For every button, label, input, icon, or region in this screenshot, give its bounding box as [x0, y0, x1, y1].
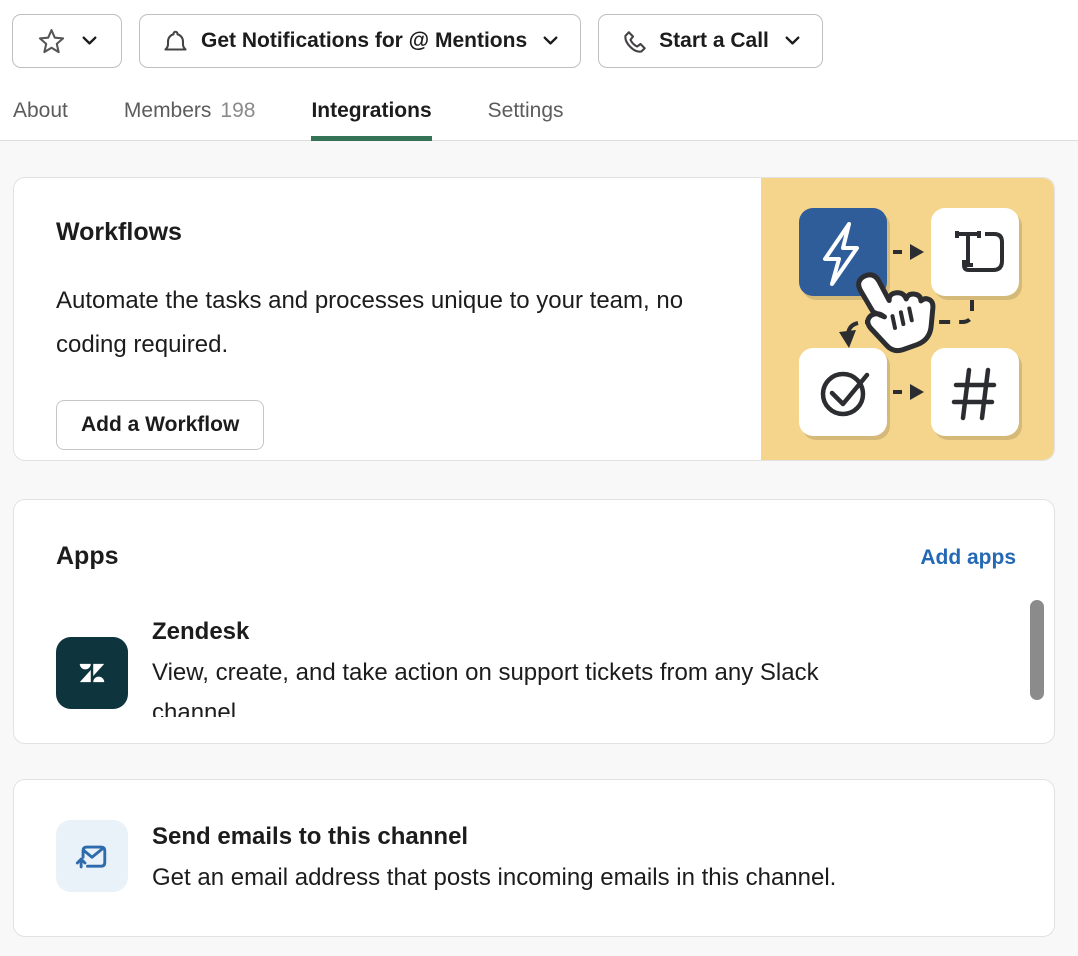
- tab-label: Members: [124, 99, 212, 122]
- email-icon: [56, 820, 128, 892]
- email-text-column: Send emails to this channel Get an email…: [152, 822, 836, 896]
- workflows-description: Automate the tasks and processes unique …: [56, 279, 686, 367]
- phone-icon: [621, 28, 647, 54]
- app-list-item-zendesk[interactable]: Zendesk View, create, and take action on…: [14, 575, 1054, 717]
- channel-hash-icon: [931, 348, 1019, 436]
- text-field-icon: [931, 208, 1019, 296]
- add-apps-link[interactable]: Add apps: [920, 546, 1016, 570]
- notifications-button-label: Get Notifications for @ Mentions: [201, 29, 527, 53]
- app-name: Zendesk: [152, 617, 892, 647]
- workflows-illustration: [761, 178, 1054, 460]
- app-description: View, create, and take action on support…: [152, 653, 892, 717]
- tab-bar: About Members 198 Integrations Settings: [0, 99, 1078, 141]
- tab-label: Settings: [488, 99, 564, 122]
- bell-icon: [162, 28, 189, 55]
- send-emails-description: Get an email address that posts incoming…: [152, 860, 836, 896]
- zendesk-logo: [56, 637, 128, 709]
- toolbar: Get Notifications for @ Mentions Start a…: [0, 0, 1078, 68]
- integrations-panel: Workflows Automate the tasks and process…: [0, 141, 1078, 937]
- apps-scrollbar-thumb[interactable]: [1030, 600, 1044, 700]
- apps-title: Apps: [56, 542, 119, 571]
- app-text-column: Zendesk View, create, and take action on…: [152, 617, 892, 717]
- notifications-button[interactable]: Get Notifications for @ Mentions: [139, 14, 581, 68]
- send-emails-row[interactable]: Send emails to this channel Get an email…: [14, 780, 1054, 896]
- apps-card: Apps Add apps Zendesk: [13, 499, 1055, 744]
- send-emails-title: Send emails to this channel: [152, 822, 836, 852]
- tab-label: Integrations: [311, 99, 431, 122]
- tab-about[interactable]: About: [13, 99, 68, 141]
- star-menu-button[interactable]: [12, 14, 122, 68]
- workflows-card: Workflows Automate the tasks and process…: [13, 177, 1055, 461]
- send-emails-card: Send emails to this channel Get an email…: [13, 779, 1055, 937]
- tab-members[interactable]: Members 198: [124, 99, 256, 141]
- members-count: 198: [220, 99, 255, 122]
- star-icon: [37, 27, 66, 56]
- tab-label: About: [13, 99, 68, 122]
- apps-header: Apps Add apps: [14, 500, 1054, 571]
- start-call-button-label: Start a Call: [659, 29, 769, 53]
- chevron-down-icon: [543, 36, 558, 46]
- start-call-button[interactable]: Start a Call: [598, 14, 823, 68]
- check-circle-icon: [799, 348, 887, 436]
- add-workflow-button[interactable]: Add a Workflow: [56, 400, 264, 450]
- tab-integrations[interactable]: Integrations: [311, 99, 431, 141]
- apps-list: Zendesk View, create, and take action on…: [14, 575, 1054, 717]
- tab-settings[interactable]: Settings: [488, 99, 564, 141]
- hand-cursor-icon: [857, 263, 941, 356]
- chevron-down-icon: [82, 36, 97, 46]
- channel-details-header: Get Notifications for @ Mentions Start a…: [0, 0, 1078, 141]
- chevron-down-icon: [785, 36, 800, 46]
